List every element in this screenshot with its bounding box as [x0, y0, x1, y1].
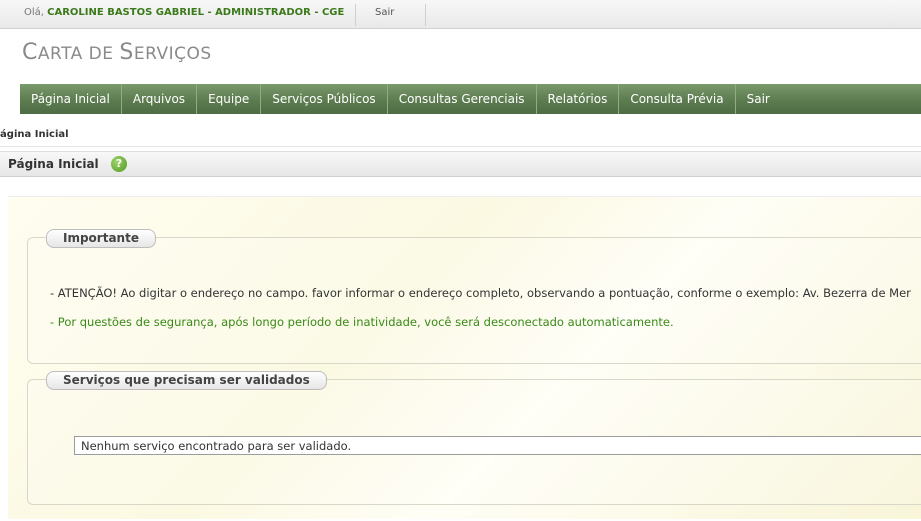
page-header: Página Inicial ? [0, 151, 921, 177]
nav-item-relatorios[interactable]: Relatórios [537, 84, 620, 114]
title-initial-s: S [119, 40, 134, 65]
app-title: CARTA DE SERVIÇOS [22, 40, 212, 65]
title-initial-c: C [22, 40, 38, 65]
user-greeting: Olá, CAROLINE BASTOS GABRIEL - ADMINISTR… [24, 7, 344, 18]
title-part-2: ERVIÇOS [133, 44, 212, 64]
main-nav: Página Inicial Arquivos Equipe Serviços … [20, 84, 921, 114]
empty-services-message: Nenhum serviço encontrado para ser valid… [74, 436, 921, 455]
divider [355, 4, 356, 26]
nav-item-consulta-previa[interactable]: Consulta Prévia [619, 84, 736, 114]
important-panel: Importante - ATENÇÃO! Ao digitar o ender… [27, 229, 921, 364]
nav-item-servicos-publicos[interactable]: Serviços Públicos [261, 84, 388, 114]
validation-panel: Serviços que precisam ser validados Nenh… [27, 371, 921, 505]
nav-item-sair[interactable]: Sair [736, 84, 781, 114]
page-title: Página Inicial [8, 157, 99, 171]
breadcrumb: Página Inicial [0, 129, 69, 140]
main-content: Importante - ATENÇÃO! Ao digitar o ender… [8, 196, 921, 519]
divider [425, 4, 426, 26]
address-warning-text: - ATENÇÃO! Ao digitar o endereço no camp… [50, 286, 911, 300]
question-circle-icon[interactable]: ? [111, 156, 127, 172]
validation-legend: Serviços que precisam ser validados [46, 371, 327, 390]
user-name: CAROLINE BASTOS GABRIEL - ADMINISTRADOR … [47, 7, 345, 18]
user-bar: Olá, CAROLINE BASTOS GABRIEL - ADMINISTR… [0, 0, 921, 29]
divider [0, 146, 921, 147]
nav-item-pagina-inicial[interactable]: Página Inicial [20, 84, 122, 114]
logout-link[interactable]: Sair [375, 7, 394, 18]
session-timeout-text: - Por questões de segurança, após longo … [50, 315, 674, 329]
title-part-1: ARTA DE [37, 44, 120, 64]
nav-item-arquivos[interactable]: Arquivos [122, 84, 198, 114]
important-legend: Importante [46, 229, 156, 248]
greeting-prefix: Olá, [24, 7, 48, 18]
nav-item-equipe[interactable]: Equipe [197, 84, 262, 114]
nav-item-consultas-gerenciais[interactable]: Consultas Gerenciais [388, 84, 537, 114]
